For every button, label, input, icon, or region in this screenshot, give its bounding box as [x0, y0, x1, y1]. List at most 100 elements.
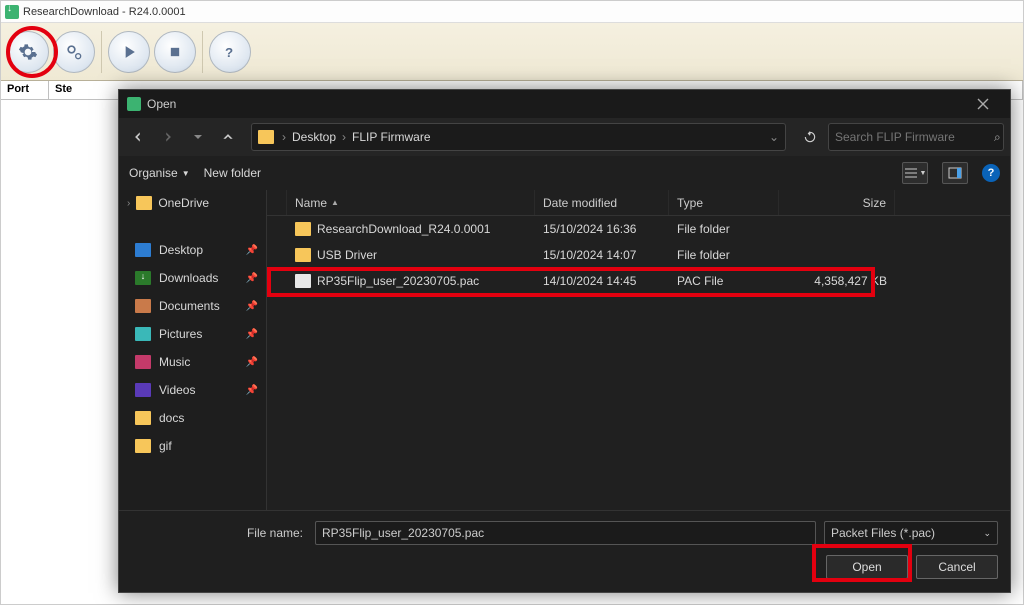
chevron-down-icon: ⌄ — [983, 528, 991, 539]
desktop-icon — [135, 243, 151, 257]
sidebar-item-music[interactable]: Music📌 — [119, 348, 266, 376]
sidebar-item-desktop[interactable]: Desktop📌 — [119, 236, 266, 264]
settings-button[interactable] — [7, 31, 49, 73]
file-row[interactable]: ResearchDownload_R24.0.0001 15/10/2024 1… — [267, 216, 1010, 242]
address-bar[interactable]: › Desktop › FLIP Firmware ⌄ — [251, 123, 786, 151]
chevron-down-icon — [193, 132, 203, 142]
sidebar: › OneDrive Desktop📌 ↓Downloads📌 Document… — [119, 190, 267, 510]
col-header-name[interactable]: Name▲ — [287, 190, 535, 215]
help-button[interactable]: ? — [209, 31, 251, 73]
file-list: Name▲ Date modified Type Size ResearchDo… — [267, 190, 1010, 510]
gear-icon — [18, 42, 38, 62]
back-button[interactable] — [125, 124, 151, 150]
sidebar-item-onedrive[interactable]: › OneDrive — [119, 190, 266, 216]
chevron-right-icon: › — [282, 130, 286, 144]
search-box[interactable]: ⌕ — [828, 123, 1004, 151]
arrow-right-icon — [161, 130, 175, 144]
gears-icon — [64, 42, 84, 62]
rd-title: ResearchDownload - R24.0.0001 — [23, 6, 186, 18]
folder-icon — [258, 130, 274, 144]
downloads-icon: ↓ — [135, 271, 151, 285]
recent-dropdown[interactable] — [185, 124, 211, 150]
pin-icon: 📌 — [246, 357, 258, 368]
chevron-down-icon: ▼ — [920, 170, 927, 177]
file-row[interactable]: RP35Flip_user_20230705.pac 14/10/2024 14… — [267, 268, 1010, 294]
file-icon — [295, 274, 311, 288]
organise-menu[interactable]: Organise ▼ — [129, 166, 190, 180]
dialog-toolbar: Organise ▼ New folder ▼ ? — [119, 156, 1010, 190]
close-button[interactable] — [964, 93, 1002, 115]
dialog-titlebar[interactable]: Open — [119, 90, 1010, 118]
filename-input[interactable] — [315, 521, 816, 545]
dialog-body: › OneDrive Desktop📌 ↓Downloads📌 Document… — [119, 190, 1010, 510]
pin-icon: 📌 — [246, 329, 258, 340]
col-header-date[interactable]: Date modified — [535, 190, 669, 215]
start-button[interactable] — [108, 31, 150, 73]
dialog-navbar: › Desktop › FLIP Firmware ⌄ ⌕ — [119, 118, 1010, 156]
open-button[interactable]: Open — [826, 555, 908, 579]
play-icon — [119, 42, 139, 62]
file-rows: ResearchDownload_R24.0.0001 15/10/2024 1… — [267, 216, 1010, 510]
open-dialog: Open › Desktop › FLIP Firmware ⌄ ⌕ Organ… — [118, 89, 1011, 593]
arrow-up-icon — [221, 130, 235, 144]
folder-icon — [295, 248, 311, 262]
refresh-icon — [803, 130, 817, 144]
new-folder-button[interactable]: New folder — [204, 166, 261, 180]
chevron-right-icon: › — [342, 130, 346, 144]
sidebar-item-docs[interactable]: docs — [119, 404, 266, 432]
cancel-button[interactable]: Cancel — [916, 555, 998, 579]
chevron-down-icon: ▼ — [182, 169, 190, 178]
videos-icon — [135, 383, 151, 397]
toolbar-separator — [202, 31, 203, 73]
preview-pane-button[interactable] — [942, 162, 968, 184]
preview-icon — [948, 167, 962, 179]
question-icon: ? — [220, 42, 240, 62]
folder-icon — [136, 196, 152, 210]
chevron-down-icon[interactable]: ⌄ — [769, 130, 779, 144]
breadcrumb-folder[interactable]: FLIP Firmware — [350, 128, 432, 146]
search-icon: ⌕ — [994, 130, 1001, 145]
list-icon — [904, 167, 918, 179]
pin-icon: 📌 — [246, 385, 258, 396]
file-type-filter[interactable]: Packet Files (*.pac) ⌄ — [824, 521, 998, 545]
documents-icon — [135, 299, 151, 313]
folder-icon — [135, 439, 151, 453]
pin-icon: 📌 — [246, 273, 258, 284]
search-input[interactable] — [835, 130, 990, 144]
settings2-button[interactable] — [53, 31, 95, 73]
column-headers: Name▲ Date modified Type Size — [267, 190, 1010, 216]
svg-text:?: ? — [225, 45, 233, 60]
sidebar-item-videos[interactable]: Videos📌 — [119, 376, 266, 404]
music-icon — [135, 355, 151, 369]
folder-icon — [295, 222, 311, 236]
folder-icon — [135, 411, 151, 425]
sidebar-item-documents[interactable]: Documents📌 — [119, 292, 266, 320]
sort-ascending-icon: ▲ — [331, 198, 339, 207]
sidebar-item-gif[interactable]: gif — [119, 432, 266, 460]
col-header-size[interactable]: Size — [779, 190, 895, 215]
file-row[interactable]: USB Driver 15/10/2024 14:07 File folder — [267, 242, 1010, 268]
close-icon — [977, 98, 989, 110]
pin-icon: 📌 — [246, 301, 258, 312]
sidebar-item-pictures[interactable]: Pictures📌 — [119, 320, 266, 348]
col-header-type[interactable]: Type — [669, 190, 779, 215]
app-icon — [5, 5, 19, 19]
toolbar-separator — [101, 31, 102, 73]
filename-label: File name: — [131, 526, 307, 540]
chevron-right-icon: › — [127, 198, 130, 209]
breadcrumb-desktop[interactable]: Desktop — [290, 128, 338, 146]
dialog-title: Open — [147, 97, 176, 111]
rd-toolbar: ? — [1, 23, 1023, 81]
pictures-icon — [135, 327, 151, 341]
dialog-bottom: File name: Packet Files (*.pac) ⌄ Open C… — [119, 510, 1010, 592]
stop-icon — [165, 42, 185, 62]
refresh-button[interactable] — [796, 123, 824, 151]
forward-button[interactable] — [155, 124, 181, 150]
help-button[interactable]: ? — [982, 164, 1000, 182]
sidebar-item-downloads[interactable]: ↓Downloads📌 — [119, 264, 266, 292]
view-menu-button[interactable]: ▼ — [902, 162, 928, 184]
col-port[interactable]: Port — [1, 81, 49, 99]
up-button[interactable] — [215, 124, 241, 150]
stop-button[interactable] — [154, 31, 196, 73]
arrow-left-icon — [131, 130, 145, 144]
